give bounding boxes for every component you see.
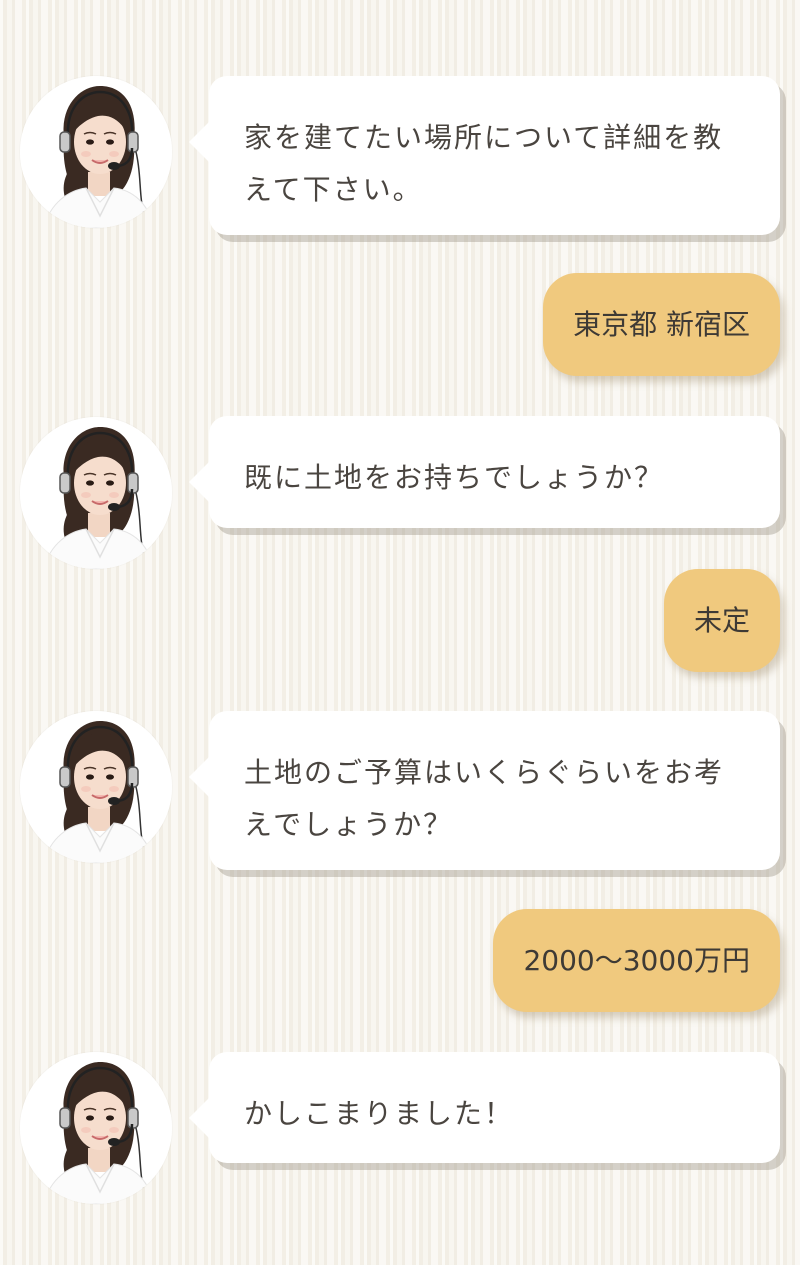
operator-avatar-image bbox=[20, 76, 172, 228]
user-answer-text: 2000〜3000万円 bbox=[523, 944, 750, 977]
operator-message-bubble: 既に土地をお持ちでしょうか？ bbox=[189, 416, 780, 528]
user-answer-bubble[interactable]: 2000〜3000万円 bbox=[493, 909, 780, 1012]
operator-message-text: 既に土地をお持ちでしょうか？ bbox=[244, 461, 665, 494]
operator-avatar-image bbox=[20, 417, 172, 569]
user-answer-text: 東京都 新宿区 bbox=[573, 308, 750, 341]
user-answer-bubble[interactable]: 東京都 新宿区 bbox=[543, 273, 780, 376]
operator-avatar-image bbox=[20, 711, 172, 863]
operator-avatar bbox=[20, 76, 172, 228]
operator-avatar bbox=[20, 417, 172, 569]
operator-message-text: かしこまりました！ bbox=[244, 1097, 515, 1130]
operator-avatar-image bbox=[20, 1052, 172, 1204]
operator-avatar bbox=[20, 711, 172, 863]
operator-message-bubble: 家を建てたい場所について詳細を教えて下さい。 bbox=[189, 76, 780, 235]
user-answer-text: 未定 bbox=[693, 604, 750, 637]
operator-message-text: 家を建てたい場所について詳細を教えて下さい。 bbox=[244, 121, 724, 206]
operator-message-bubble: 土地のご予算はいくらぐらいをお考えでしょうか？ bbox=[189, 711, 780, 870]
user-answer-bubble[interactable]: 未定 bbox=[663, 569, 780, 672]
operator-avatar bbox=[20, 1052, 172, 1204]
operator-message-bubble: かしこまりました！ bbox=[189, 1052, 780, 1163]
chat-thread: 家を建てたい場所について詳細を教えて下さい。 東京都 新宿区 既に土地をお持ちで… bbox=[0, 0, 800, 1265]
operator-message-text: 土地のご予算はいくらぐらいをお考えでしょうか？ bbox=[244, 756, 725, 841]
